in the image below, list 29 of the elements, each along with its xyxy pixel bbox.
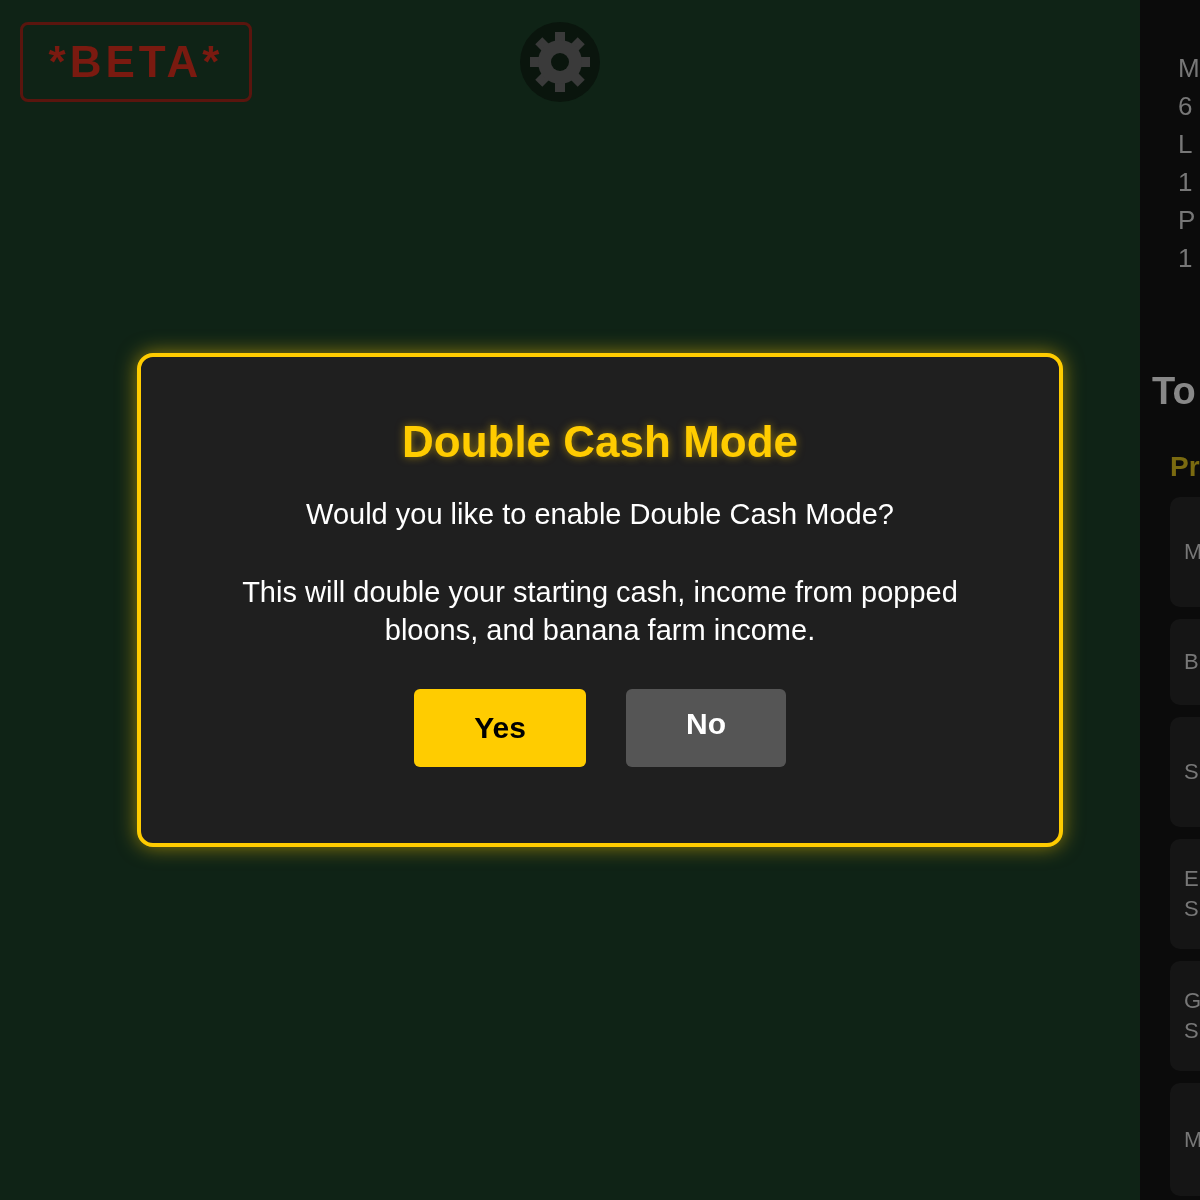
card-text: M	[1184, 1125, 1200, 1154]
tower-card[interactable]: S	[1170, 717, 1200, 827]
card-text: M	[1184, 538, 1200, 566]
dialog-description: This will double your starting cash, income from popped bloons, and banana farm income.	[241, 575, 959, 648]
card-text: E	[1184, 865, 1200, 893]
stat-text: 1	[1177, 242, 1194, 275]
beta-badge: *BETA*	[20, 22, 252, 102]
tower-card[interactable]: M	[1170, 1083, 1200, 1196]
card-text: B	[1184, 648, 1200, 676]
section-heading: To	[1151, 370, 1197, 413]
tower-card[interactable]: E S	[1170, 839, 1200, 949]
dialog-title: Double Cash Mode	[402, 417, 798, 467]
card-text: S	[1184, 1017, 1200, 1045]
tower-card[interactable]: M	[1170, 497, 1200, 607]
card-text: G	[1184, 987, 1200, 1015]
tower-card[interactable]: G S	[1170, 961, 1200, 1071]
tower-card[interactable]: B	[1170, 619, 1200, 705]
stat-text: L	[1177, 128, 1194, 161]
stat-text: 1	[1177, 166, 1194, 199]
section-subheading: Pr	[1169, 451, 1200, 483]
card-text: S	[1184, 895, 1200, 923]
card-text: S	[1184, 758, 1200, 786]
settings-icon[interactable]	[520, 22, 600, 102]
stat-text: M	[1177, 52, 1200, 85]
stat-text: 6	[1177, 90, 1194, 123]
confirm-button[interactable]: Yes	[414, 689, 586, 767]
dialog-question: Would you like to enable Double Cash Mode?	[306, 497, 894, 532]
stat-text: P	[1177, 204, 1197, 237]
cancel-button[interactable]: No	[626, 689, 786, 767]
